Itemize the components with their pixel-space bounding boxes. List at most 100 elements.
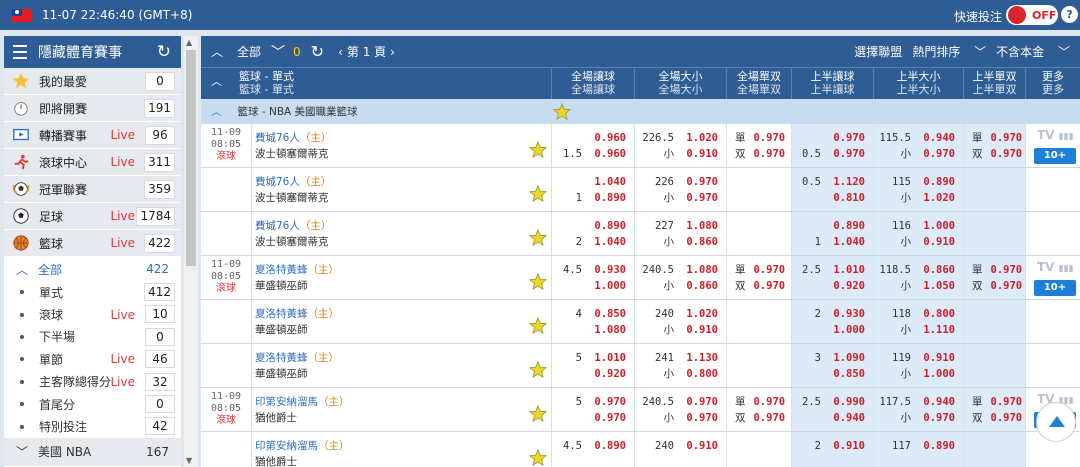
odds-line[interactable]: [972, 438, 1025, 454]
odds-line[interactable]: 双 0.970: [735, 146, 791, 162]
odds-line[interactable]: 4.5 0.930: [552, 262, 634, 278]
odds-line[interactable]: 0.940: [792, 410, 873, 426]
odds-line[interactable]: [735, 190, 791, 206]
odds-line[interactable]: 117 0.890: [874, 438, 963, 454]
sidebar-item-all[interactable]: ︿ 全部 422: [4, 257, 181, 281]
odds-line[interactable]: 116 1.000: [874, 218, 963, 234]
odds-line[interactable]: 117.5 0.940: [874, 394, 963, 410]
tv-icon[interactable]: TV ▮▮▮: [1037, 260, 1074, 274]
odds-line[interactable]: 1 1.040: [792, 234, 873, 250]
sidebar-sub-item[interactable]: 特別投注 42: [4, 415, 181, 438]
odds-line[interactable]: 小 1.110: [874, 322, 963, 338]
odds-line[interactable]: 小 0.910: [874, 234, 963, 250]
sidebar-sport-item[interactable]: 籃球 Live 422: [4, 230, 181, 257]
odds-line[interactable]: 3 1.090: [792, 350, 873, 366]
refresh-icon[interactable]: ↻: [311, 42, 324, 61]
menu-icon[interactable]: [13, 45, 27, 59]
odds-line[interactable]: 小 0.860: [635, 278, 726, 294]
tv-icon[interactable]: TV ▮▮▮: [1037, 128, 1074, 142]
odds-line[interactable]: [735, 350, 791, 366]
scrollbar-thumb[interactable]: [186, 50, 196, 266]
odds-line[interactable]: 1.000: [552, 278, 634, 294]
hot-sort-dropdown[interactable]: 熱門排序 ﹀: [912, 43, 986, 60]
odds-line[interactable]: 226.5 1.020: [635, 130, 726, 146]
scroll-down-arrow-icon[interactable]: ▼: [186, 456, 192, 465]
odds-line[interactable]: 2 0.930: [792, 306, 873, 322]
odds-line[interactable]: 双 0.970: [972, 278, 1025, 294]
odds-line[interactable]: 240.5 1.080: [635, 262, 726, 278]
sidebar-sport-item[interactable]: 冠軍聯賽 359: [4, 176, 181, 203]
odds-line[interactable]: 240.5 0.970: [635, 394, 726, 410]
odds-line[interactable]: [735, 438, 791, 454]
odds-line[interactable]: 0.970: [792, 130, 873, 146]
collapse-all-icon[interactable]: ︿: [211, 43, 223, 60]
scroll-up-arrow-icon[interactable]: ▲: [186, 38, 192, 47]
chevron-down-icon[interactable]: ﹀: [271, 42, 285, 62]
odds-line[interactable]: 2.5 0.990: [792, 394, 873, 410]
odds-line[interactable]: 0.920: [552, 366, 634, 382]
page-prev-icon[interactable]: ‹: [338, 45, 343, 59]
favorite-league-star-icon[interactable]: [553, 103, 571, 121]
favorite-star-icon[interactable]: [529, 229, 547, 247]
odds-line[interactable]: 双 0.970: [735, 410, 791, 426]
odds-line[interactable]: 115.5 0.940: [874, 130, 963, 146]
favorite-star-icon[interactable]: [529, 361, 547, 379]
quick-bet-toggle[interactable]: OFF: [1006, 5, 1058, 25]
odds-line[interactable]: 240 1.020: [635, 306, 726, 322]
odds-line[interactable]: [735, 322, 791, 338]
sidebar-sport-item[interactable]: 我的最愛 0: [4, 68, 181, 95]
odds-line[interactable]: [972, 190, 1025, 206]
favorite-star-icon[interactable]: [529, 185, 547, 203]
odds-line[interactable]: 0.920: [792, 278, 873, 294]
odds-line[interactable]: 單 0.970: [735, 130, 791, 146]
odds-line[interactable]: [635, 454, 726, 467]
odds-line[interactable]: 1.080: [552, 322, 634, 338]
odds-line[interactable]: [735, 174, 791, 190]
sidebar-sub-item[interactable]: 下半場 0: [4, 325, 181, 349]
odds-line[interactable]: [735, 306, 791, 322]
odds-line[interactable]: [735, 218, 791, 234]
favorite-star-icon[interactable]: [529, 405, 547, 423]
odds-line[interactable]: 0.810: [792, 190, 873, 206]
odds-line[interactable]: 單 0.970: [972, 130, 1025, 146]
odds-line[interactable]: [735, 454, 791, 467]
odds-line[interactable]: 1.000: [792, 322, 873, 338]
odds-line[interactable]: 小 1.050: [874, 278, 963, 294]
odds-line[interactable]: [972, 174, 1025, 190]
odds-line[interactable]: [735, 366, 791, 382]
odds-line[interactable]: 241 1.130: [635, 350, 726, 366]
odds-line[interactable]: 1.040: [552, 174, 634, 190]
favorite-star-icon[interactable]: [529, 141, 547, 159]
odds-line[interactable]: [735, 234, 791, 250]
favorite-star-icon[interactable]: [529, 273, 547, 291]
odds-line[interactable]: [792, 454, 873, 467]
help-icon[interactable]: ?: [1061, 6, 1078, 23]
all-filter-label[interactable]: 全部: [237, 43, 261, 60]
sidebar-sport-item[interactable]: 足球 Live 1784: [4, 203, 181, 230]
odds-line[interactable]: 小 0.910: [635, 146, 726, 162]
refresh-icon[interactable]: ↻: [157, 42, 171, 62]
odds-line[interactable]: 小 0.800: [635, 366, 726, 382]
odds-line[interactable]: 5 0.970: [552, 394, 634, 410]
odds-line[interactable]: [972, 234, 1025, 250]
page-next-icon[interactable]: ›: [390, 45, 395, 59]
more-markets-button[interactable]: 10+: [1034, 148, 1076, 164]
odds-line[interactable]: 單 0.970: [972, 394, 1025, 410]
odds-line[interactable]: 小 0.970: [635, 190, 726, 206]
odds-line[interactable]: [972, 454, 1025, 467]
odds-line[interactable]: [972, 366, 1025, 382]
odds-line[interactable]: 1 0.890: [552, 190, 634, 206]
scroll-to-top-button[interactable]: [1036, 402, 1076, 442]
more-markets-button[interactable]: 10+: [1034, 280, 1076, 296]
odds-line[interactable]: 0.890: [552, 218, 634, 234]
sidebar-sub-item[interactable]: 滾球 Live 10: [4, 303, 181, 326]
odds-line[interactable]: 0.5 1.120: [792, 174, 873, 190]
sidebar-sport-item[interactable]: 滾球中心 Live 311: [4, 149, 181, 176]
odds-line[interactable]: 双 0.970: [972, 410, 1025, 426]
odds-line[interactable]: 小 0.970: [874, 146, 963, 162]
odds-line[interactable]: 双 0.970: [735, 278, 791, 294]
odds-line[interactable]: 小 1.020: [874, 190, 963, 206]
odds-line[interactable]: 小 0.860: [635, 234, 726, 250]
odds-line[interactable]: [972, 322, 1025, 338]
chevron-up-icon[interactable]: ︿: [211, 73, 222, 89]
